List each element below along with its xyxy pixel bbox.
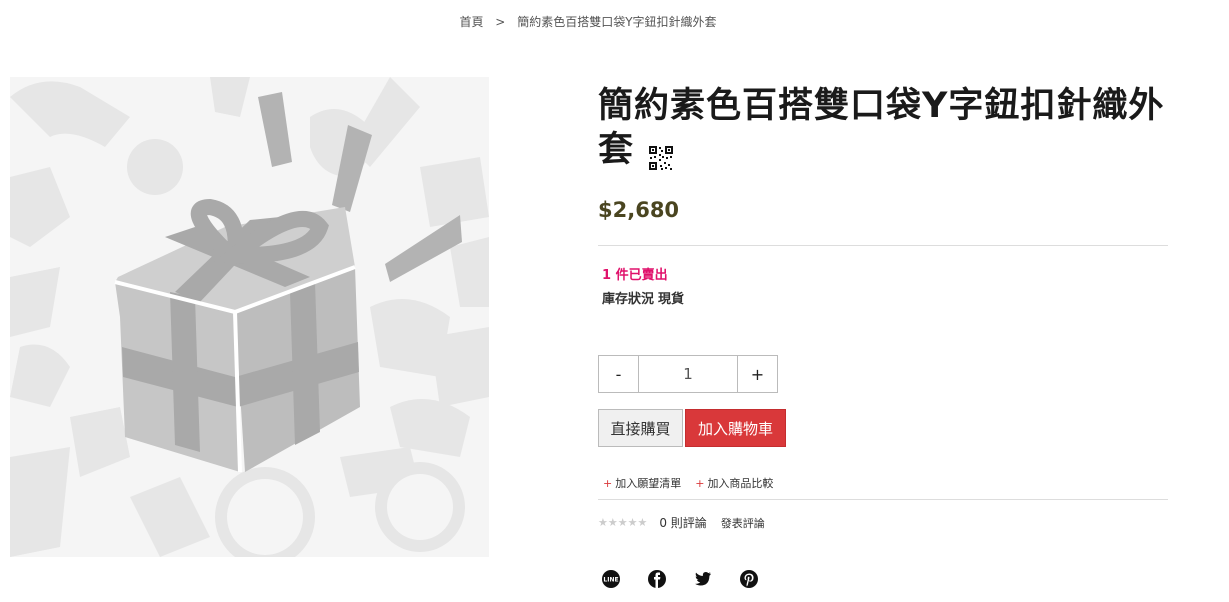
plus-icon: + (603, 477, 613, 490)
breadcrumb-current[interactable]: 簡約素色百搭雙口袋Y字鈕扣針織外套 (517, 15, 716, 29)
plus-icon: + (695, 477, 705, 490)
sold-count: 1 件已賣出 (602, 268, 668, 283)
product-image-placeholder[interactable] (10, 77, 489, 557)
twitter-icon[interactable] (693, 569, 713, 589)
breadcrumb: 首頁 > 簡約素色百搭雙口袋Y字鈕扣針織外套 (0, 13, 1176, 30)
add-to-compare-link[interactable]: + 加入商品比較 (695, 475, 773, 491)
qr-code-icon[interactable] (648, 138, 675, 171)
product-title: 簡約素色百搭雙口袋Y字鈕扣針織外套 (598, 84, 1168, 172)
quantity-plus-button[interactable]: + (737, 355, 778, 393)
stock-status: 庫存狀況 現貨 (602, 288, 1168, 307)
add-to-cart-button[interactable]: 加入購物車 (685, 409, 786, 447)
quantity-input[interactable] (639, 355, 737, 393)
product-title-text: 簡約素色百搭雙口袋Y字鈕扣針織外套 (598, 86, 1165, 170)
reviews-row: ★★★★★ 0 則評論 發表評論 (598, 514, 1168, 531)
product-price: $2,680 (598, 198, 680, 222)
divider (598, 499, 1168, 500)
quantity-minus-button[interactable]: - (598, 355, 639, 393)
wishlist-label: 加入願望清單 (615, 477, 682, 490)
breadcrumb-separator: > (495, 15, 506, 29)
pinterest-icon[interactable] (739, 569, 759, 589)
share-buttons: LINE (601, 569, 1168, 589)
gift-box-placeholder-icon (10, 77, 489, 557)
breadcrumb-home[interactable]: 首頁 (459, 15, 483, 29)
buy-now-button[interactable]: 直接購買 (598, 409, 683, 447)
stock-value: 現貨 (658, 292, 685, 307)
compare-label: 加入商品比較 (707, 477, 774, 490)
product-info: 簡約素色百搭雙口袋Y字鈕扣針織外套 $2,680 1 件已賣出 庫存狀況現貨 (598, 84, 1168, 589)
stock-label: 庫存狀況 (602, 292, 655, 307)
line-icon[interactable]: LINE (601, 569, 621, 589)
facebook-icon[interactable] (647, 569, 667, 589)
quantity-stepper: - + (598, 355, 778, 393)
review-count-link[interactable]: 0 則評論 (659, 514, 706, 531)
secondary-links: + 加入願望清單 + 加入商品比較 (603, 475, 1168, 491)
write-review-link[interactable]: 發表評論 (721, 515, 765, 531)
add-to-wishlist-link[interactable]: + 加入願望清單 (603, 475, 681, 491)
rating-stars-icon: ★★★★★ (598, 516, 648, 529)
divider (598, 245, 1168, 246)
svg-text:LINE: LINE (603, 577, 618, 584)
purchase-actions: 直接購買 加入購物車 (598, 409, 1168, 447)
